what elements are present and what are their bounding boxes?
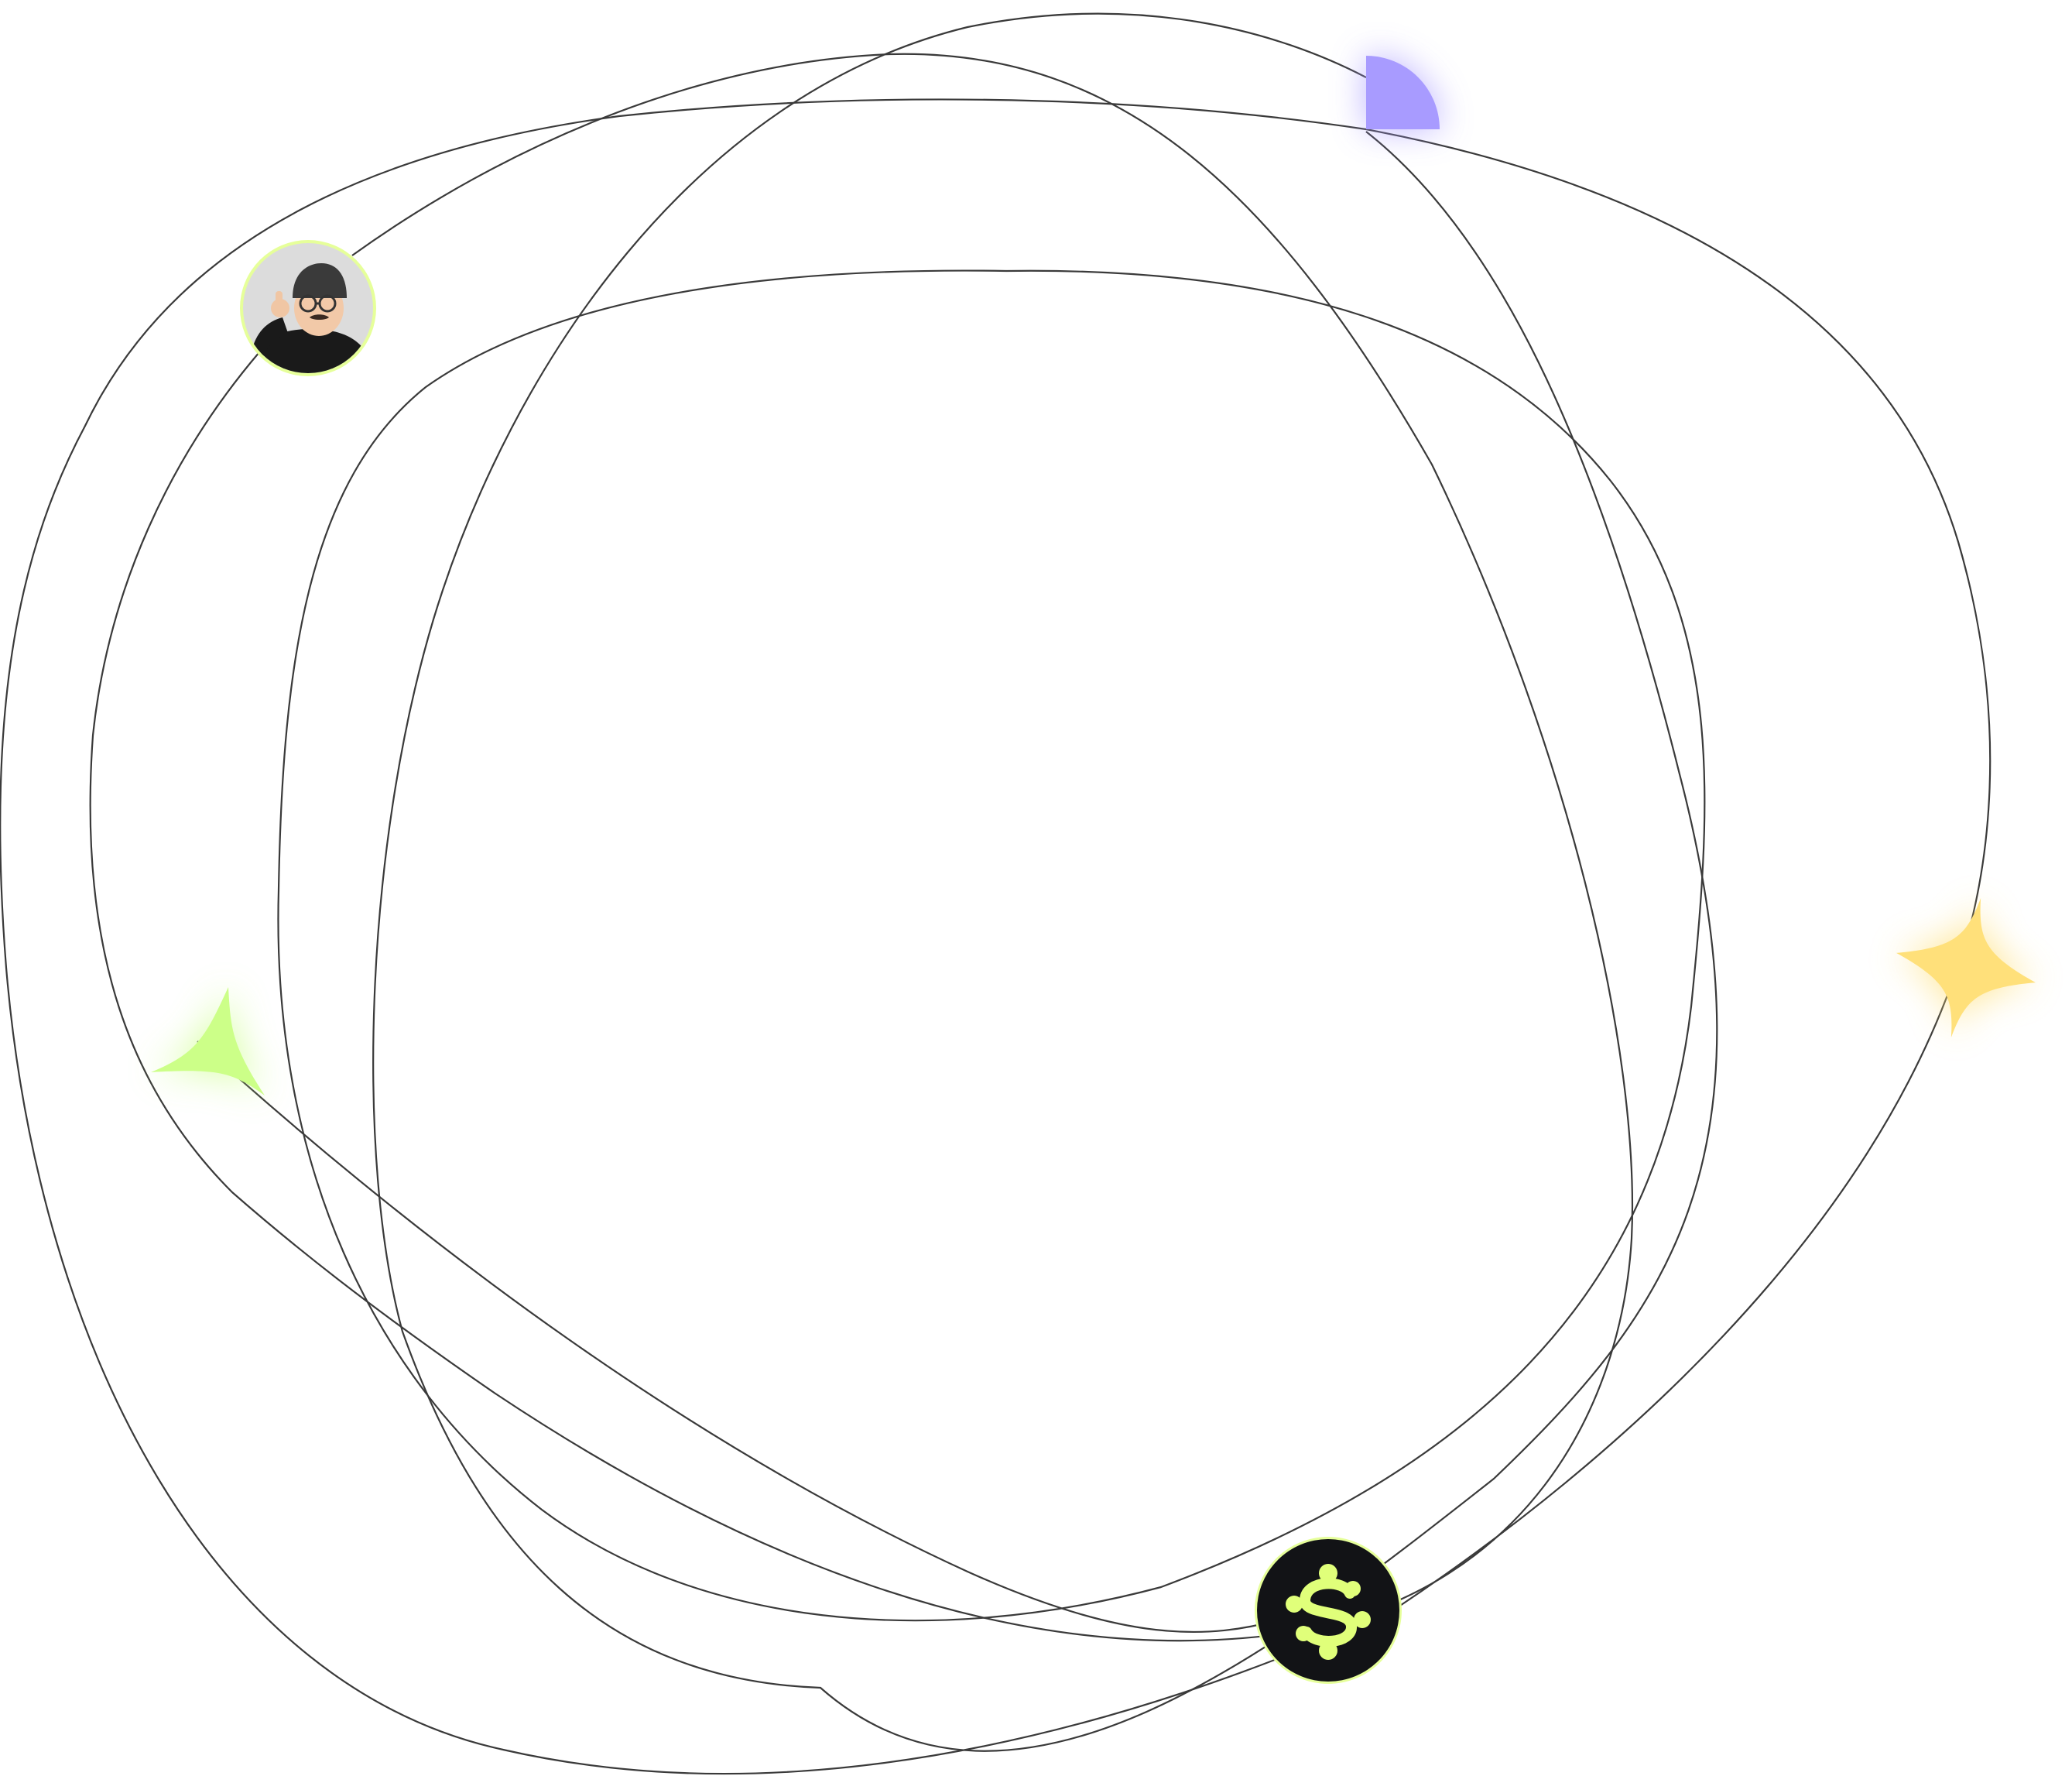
green-star-shape: [151, 987, 265, 1095]
three-point-star-icon: [151, 987, 265, 1095]
orbit-illustration: [0, 12, 2036, 1775]
orbit-line: [277, 269, 1706, 1622]
yellow-star-shape: [1896, 898, 2036, 1037]
quarter-circle-shape: [1366, 56, 1440, 129]
four-point-star-icon: [1896, 898, 2036, 1037]
orbit-line: [372, 12, 1718, 1752]
quarter-circle-icon: [1366, 56, 1440, 129]
s-knot-logo: [1255, 1537, 1402, 1684]
memoji-avatar: [240, 240, 376, 376]
orbit-line: [197, 1041, 1286, 1634]
